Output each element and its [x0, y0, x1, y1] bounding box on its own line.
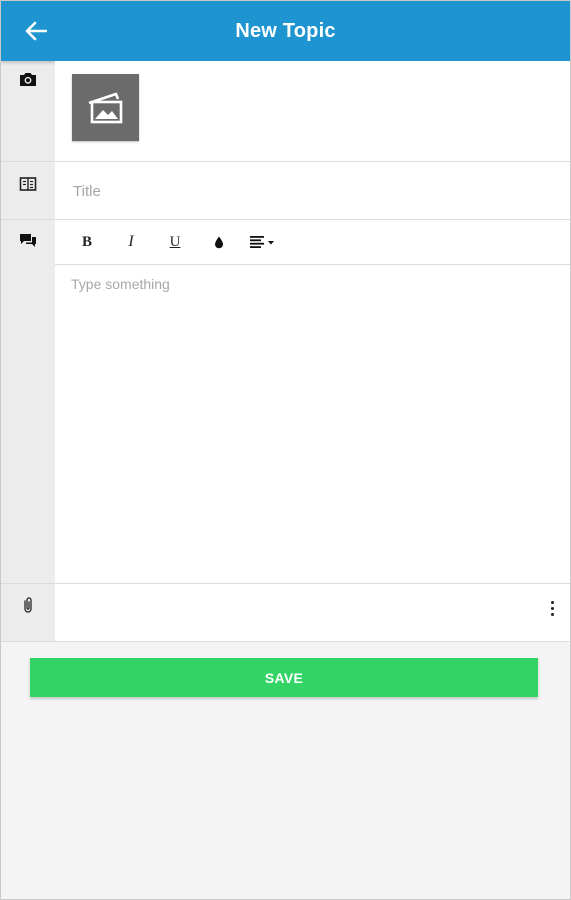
align-dropdown-icon	[250, 236, 274, 248]
photo-gutter	[1, 61, 55, 161]
underline-button[interactable]: U	[153, 227, 197, 257]
save-button[interactable]: SAVE	[30, 658, 538, 697]
title-row	[1, 162, 570, 220]
paperclip-icon	[24, 597, 32, 613]
camera-icon	[20, 73, 36, 86]
title-content	[55, 162, 570, 219]
editor-content: B I U	[55, 220, 570, 583]
image-placeholder-icon	[88, 92, 122, 123]
title-gutter	[1, 162, 55, 219]
italic-button[interactable]: I	[109, 227, 153, 257]
attachment-row	[1, 584, 570, 642]
formatting-toolbar: B I U	[55, 220, 570, 265]
attachment-content[interactable]	[55, 584, 570, 641]
more-vertical-icon	[550, 600, 554, 604]
photo-content	[55, 61, 570, 161]
title-doc-icon	[19, 177, 37, 191]
attachment-gutter	[1, 584, 55, 641]
app-bar: New Topic	[1, 1, 570, 61]
bold-button[interactable]: B	[65, 227, 109, 257]
title-input[interactable]	[71, 176, 545, 206]
arrow-left-icon	[25, 21, 47, 41]
align-dropdown-button[interactable]	[241, 227, 285, 257]
more-options-button[interactable]	[542, 596, 562, 620]
add-photo-button[interactable]	[72, 74, 139, 141]
body-gutter	[1, 220, 55, 583]
photo-row	[1, 61, 570, 162]
text-color-drop-icon	[215, 236, 223, 248]
body-row: B I U	[1, 220, 570, 584]
app-frame: New Topic Title B I U Type something SAV…	[0, 0, 571, 900]
comment-icon	[20, 234, 36, 247]
text-color-button[interactable]	[197, 227, 241, 257]
page-title: New Topic	[235, 19, 336, 42]
back-button[interactable]	[23, 19, 49, 43]
body-textarea[interactable]	[71, 276, 541, 566]
